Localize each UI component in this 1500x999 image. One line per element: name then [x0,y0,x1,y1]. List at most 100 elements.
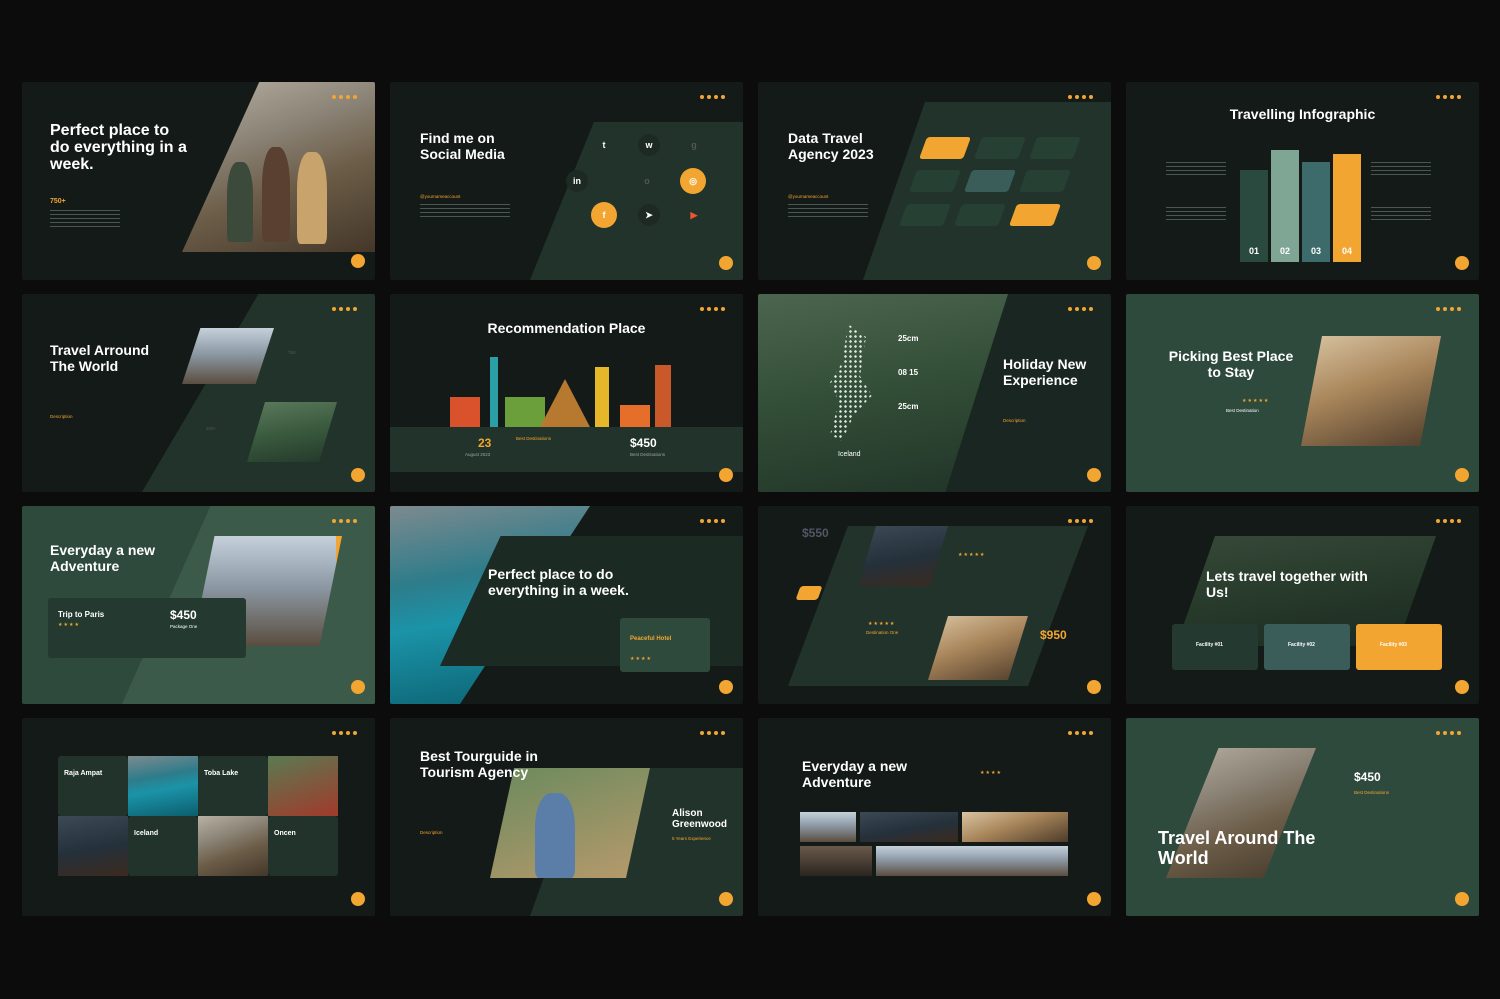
whatsapp-icon[interactable]: w [638,134,660,156]
slide-title: Travelling Infographic [1229,106,1376,122]
handle: @yournameaccount [788,194,829,199]
dest-name: Oncen [274,830,296,837]
dest-tile[interactable] [268,816,338,876]
option-card[interactable] [953,204,1007,226]
slide-orb [719,468,733,482]
slide-dots [700,519,725,523]
instagram-orange-icon[interactable]: ◎ [680,168,706,194]
bar-label: 03 [1310,246,1321,256]
balcony-photo [1301,336,1441,446]
slide-dots [700,307,725,311]
map-stat: 25cm [898,334,919,343]
slide-holiday[interactable]: 25cm 08 15 25cm Iceland Holiday New Expe… [758,294,1111,492]
info-bar-4: 04 [1333,154,1361,262]
slide-orb [351,254,365,268]
dest-name: Raja Ampat [64,770,103,777]
slide-adventure-gallery[interactable]: Everyday a new Adventure ★★★★ [758,718,1111,916]
stat-label: 250+ [206,426,217,431]
option-card[interactable] [1018,170,1072,192]
desc-label: Description [1003,418,1026,423]
option-card[interactable] [908,170,962,192]
traveler-figure [227,162,253,242]
gallery-photo [800,812,856,842]
slide-orb [351,680,365,694]
slide-orb [719,680,733,694]
landmarks-illustration [445,352,685,427]
slide-orb [351,468,365,482]
option-card[interactable] [1028,137,1082,159]
slide-title: Everyday a new Adventure [802,758,908,790]
slide-data-travel[interactable]: Data Travel Agency 2023 @yournameaccount [758,82,1111,280]
youtube-icon[interactable]: ▶ [683,204,705,226]
trip-card[interactable] [48,598,246,658]
stat-label: 750 [288,350,296,355]
option-card[interactable] [973,137,1027,159]
info-text [1166,162,1226,176]
slide-dots [1068,731,1093,735]
dest-tile[interactable] [128,816,198,876]
slide-title: Lets travel together with Us! [1206,568,1368,600]
google-icon[interactable]: g [683,134,705,156]
hotel-card[interactable] [620,618,710,672]
price-value: $550 [802,526,829,540]
slide-lets-travel[interactable]: Lets travel together with Us! Facility #… [1126,506,1479,704]
info-text [1371,207,1431,221]
slide-title: Perfect place to do everything in a week… [50,122,187,173]
slide-price-offers[interactable]: $550 $950 ★★★★★ ★★★★★ Destination One [758,506,1111,704]
dest-label: Destination One [866,630,899,635]
slide-perfect-place[interactable]: Perfect place to do everything in a week… [22,82,375,280]
slide-infographic[interactable]: Travelling Infographic 01 02 03 04 [1126,82,1479,280]
bar-label: 04 [1341,246,1352,256]
dest-tile[interactable] [58,756,128,816]
facebook-icon[interactable]: f [591,202,617,228]
slide-travel-around-world[interactable]: Travel Around The World $450 Best Destin… [1126,718,1479,916]
telegram-icon[interactable]: ➤ [638,204,660,226]
slide-dots [332,307,357,311]
hotel-title: Peaceful Hotel [630,636,672,642]
slide-dots [332,519,357,523]
best-label: Best Destinations [1354,790,1390,795]
slide-picking-best[interactable]: Picking Best Place to Stay ★★★★★ Best De… [1126,294,1479,492]
price-value: $950 [1040,628,1067,642]
twitter-icon[interactable]: t [593,134,615,156]
option-card[interactable] [898,204,952,226]
info-bar-3: 03 [1302,162,1330,262]
linkedin-icon[interactable]: in [566,170,588,192]
slide-dots [1068,95,1093,99]
slide-dots [1436,519,1461,523]
slide-title: Perfect place to do everything in a week… [488,566,629,598]
slide-tourguide[interactable]: Best Tourguide in Tourism Agency Descrip… [390,718,743,916]
slide-dots [700,95,725,99]
slide-recommendation[interactable]: Recommendation Place 23 August 2023 Best… [390,294,743,492]
desc-label: Description [50,414,73,419]
slide-orb [1455,256,1469,270]
rating-stars: ★★★★★ [1242,398,1270,404]
social-text [420,204,510,218]
rating-stars: ★★★★ [630,656,652,662]
slide-orb [1455,680,1469,694]
slide-dots [1436,307,1461,311]
bar-label: 02 [1279,246,1290,256]
rating-stars: ★★★★★ [868,621,896,627]
slide-dots [1068,519,1093,523]
option-card[interactable] [963,170,1017,192]
slide-title: Picking Best Place to Stay [1168,348,1294,380]
slide-orb [1087,680,1101,694]
dest-tile[interactable] [198,756,268,816]
slide-title: Everyday a new Adventure [50,542,156,574]
slide-title: Best Tourguide in Tourism Agency [420,748,538,780]
map-stat: 08 15 [898,368,919,377]
info-text [1371,162,1431,176]
slide-social-media[interactable]: Find me on Social Media @yournameaccount… [390,82,743,280]
rating-stars: ★★★★★ [958,552,986,558]
option-card[interactable] [918,137,972,159]
slide-everyday-adventure[interactable]: Everyday a new Adventure Trip to Paris ★… [22,506,375,704]
slide-title: Travel Around The World [1158,828,1316,868]
slide-perfect-place-sea[interactable]: Perfect place to do everything in a week… [390,506,743,704]
gallery-photo [962,812,1068,842]
facility-label: Facility #03 [1380,642,1407,648]
instagram-icon[interactable]: o [636,170,658,192]
slide-destinations-grid[interactable]: Raja Ampat Toba Lake Iceland Oncen [22,718,375,916]
slide-travel-arround[interactable]: Travel Arround The World Description 750… [22,294,375,492]
option-card[interactable] [1008,204,1062,226]
